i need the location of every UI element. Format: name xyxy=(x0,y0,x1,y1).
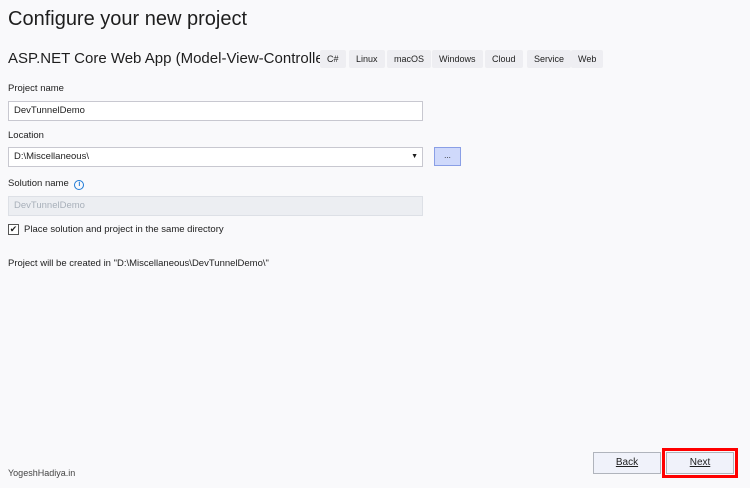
next-button[interactable]: Next xyxy=(666,452,734,474)
tag-macos: macOS xyxy=(387,50,432,68)
location-value: D:\Miscellaneous\ xyxy=(14,151,89,162)
same-directory-label: Place solution and project in the same d… xyxy=(24,224,224,235)
page-title: Configure your new project xyxy=(8,8,248,30)
watermark: YogeshHadiya.in xyxy=(8,468,76,478)
tag-windows: Windows xyxy=(432,50,483,68)
chevron-down-icon[interactable]: ▼ xyxy=(411,148,418,166)
project-name-label: Project name xyxy=(8,83,64,94)
tag-csharp: C# xyxy=(320,50,346,68)
template-name: ASP.NET Core Web App (Model-View-Control… xyxy=(8,50,334,67)
same-directory-checkbox-row[interactable]: ✔ Place solution and project in the same… xyxy=(8,224,224,235)
back-button[interactable]: Back xyxy=(593,452,661,474)
tag-service: Service xyxy=(527,50,572,68)
tag-linux: Linux xyxy=(349,50,385,68)
next-label: Next xyxy=(689,457,711,468)
info-icon[interactable]: i xyxy=(74,180,85,190)
tag-web: Web xyxy=(571,50,604,68)
project-name-input[interactable]: DevTunnelDemo xyxy=(8,101,423,121)
path-info: Project will be created in "D:\Miscellan… xyxy=(8,258,269,269)
location-label: Location xyxy=(8,130,44,141)
solution-name-label: Solution name i xyxy=(8,178,85,190)
tag-cloud: Cloud xyxy=(485,50,523,68)
browse-button[interactable]: ... xyxy=(434,147,461,166)
solution-name-input: DevTunnelDemo xyxy=(8,196,423,216)
back-label: Back xyxy=(615,457,639,468)
location-combobox[interactable]: D:\Miscellaneous\ ▼ xyxy=(8,147,423,167)
checkbox[interactable]: ✔ xyxy=(8,224,19,235)
